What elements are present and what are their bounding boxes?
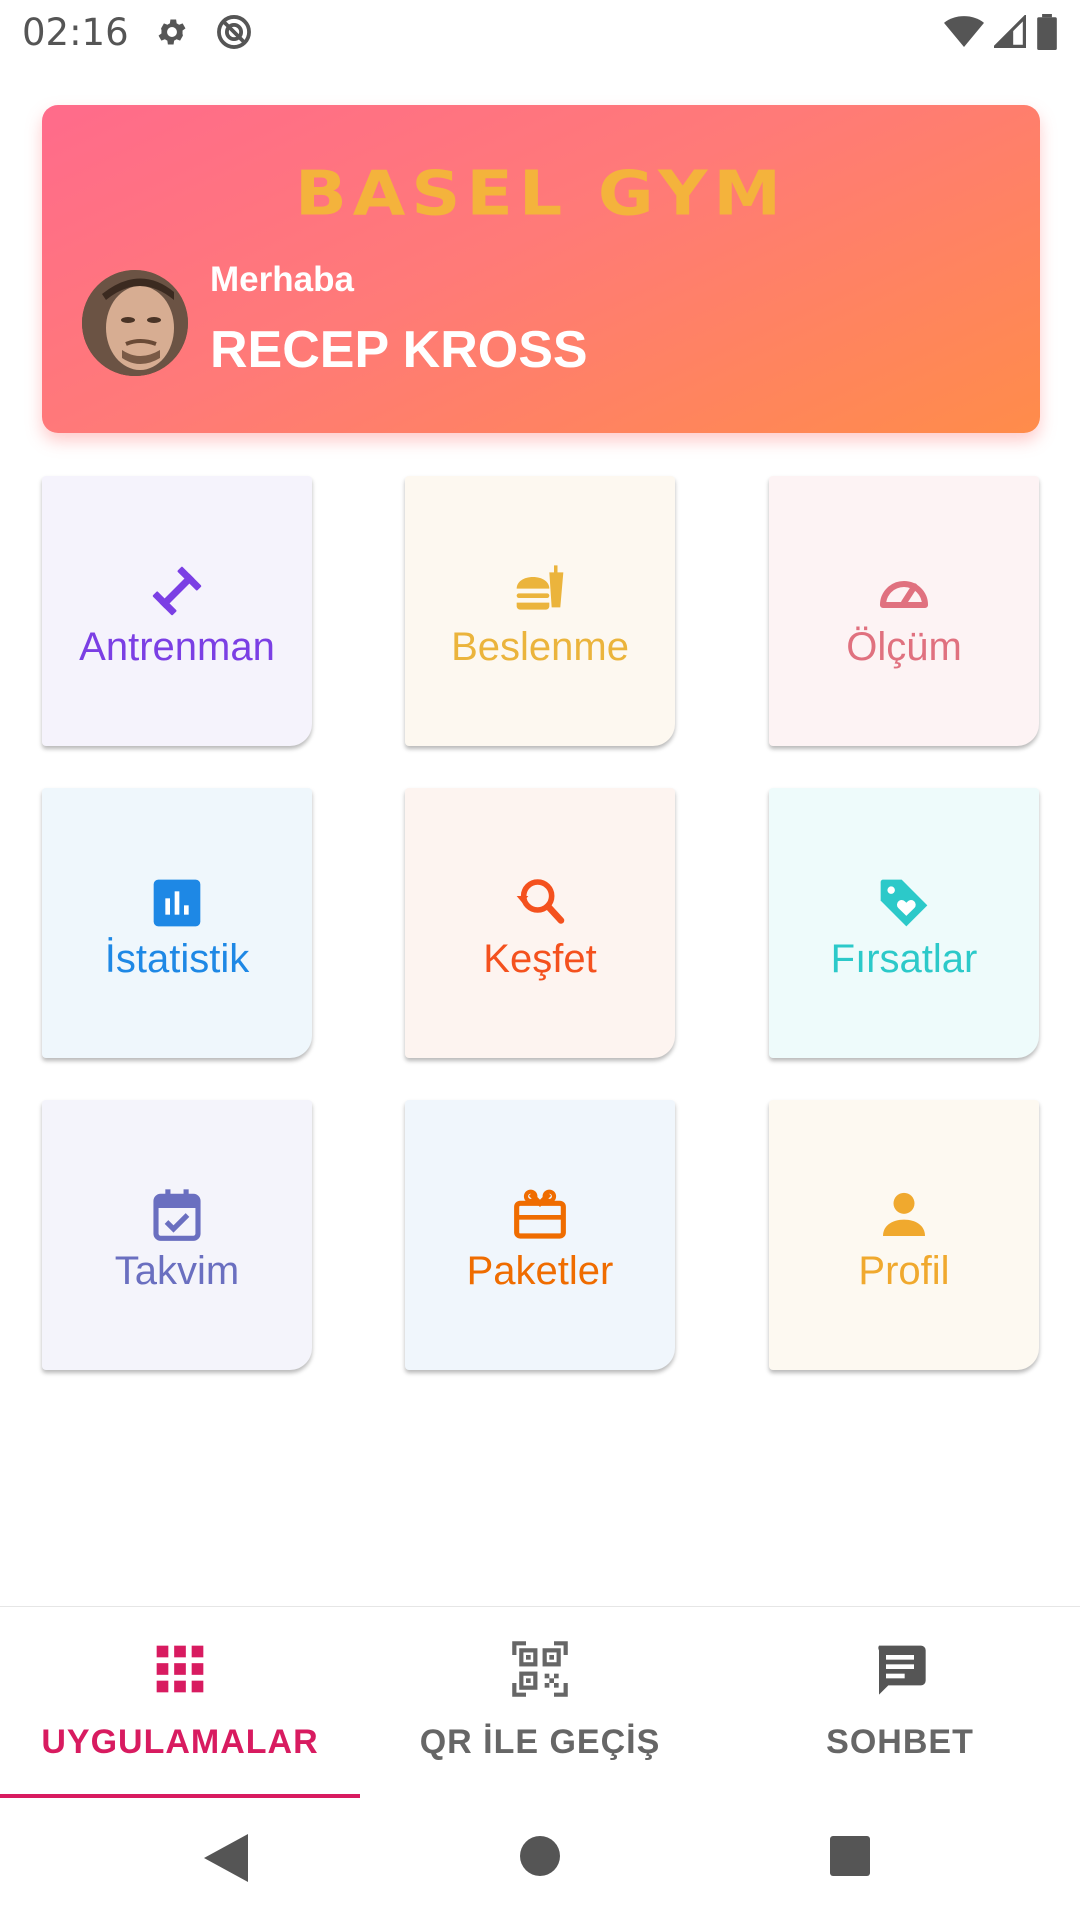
tile-kesfet[interactable]: Keşfet: [405, 788, 675, 1058]
signal-icon: [994, 15, 1026, 48]
fastfood-icon: [516, 564, 564, 610]
search-refresh-icon: [516, 878, 565, 924]
tile-beslenme[interactable]: Beslenme: [405, 476, 675, 746]
tile-label: İstatistik: [104, 936, 250, 981]
calendar-check-icon: [153, 1188, 201, 1241]
greeting-text: Merhaba: [210, 260, 354, 299]
tab-qr-ile-gecis[interactable]: QR İLE GEÇİŞ: [360, 1607, 720, 1797]
tile-istatistik[interactable]: İstatistik: [42, 788, 312, 1058]
tile-label: Beslenme: [451, 624, 629, 669]
tile-label: Paketler: [466, 1248, 614, 1293]
tab-label: UYGULAMALAR: [41, 1723, 319, 1761]
back-icon[interactable]: [204, 1834, 248, 1882]
tab-uygulamalar[interactable]: UYGULAMALAR: [0, 1607, 360, 1798]
recents-icon[interactable]: [830, 1836, 870, 1876]
status-left: 02:16: [22, 11, 253, 54]
brand-logo: BASEL GYM: [294, 158, 788, 231]
bottom-navigation: UYGULAMALAR QR İLE GEÇİŞ SOHBET: [0, 1606, 1080, 1798]
tile-label: Fırsatlar: [830, 936, 978, 981]
qr-code-icon: [512, 1641, 568, 1697]
status-right: [944, 14, 1058, 50]
tag-heart-icon: [880, 879, 928, 926]
tab-sohbet[interactable]: SOHBET: [720, 1607, 1080, 1797]
tile-antrenman[interactable]: Antrenman: [42, 476, 312, 746]
user-name: RECEP KROSS: [210, 321, 588, 379]
tile-takvim[interactable]: Takvim: [42, 1100, 312, 1370]
status-time: 02:16: [22, 10, 129, 54]
home-icon[interactable]: [520, 1836, 560, 1876]
welcome-header-card: BASEL GYM Merhaba RECEP KROSS: [42, 105, 1040, 433]
system-navigation-bar: [0, 1796, 1080, 1920]
bar-chart-icon: [153, 879, 201, 926]
dumbbell-icon: [152, 566, 202, 615]
gift-box-icon: [514, 1189, 566, 1239]
tile-profil[interactable]: Profil: [769, 1100, 1039, 1370]
chat-icon: [878, 1645, 926, 1695]
tile-label: Takvim: [114, 1248, 240, 1293]
tab-label: QR İLE GEÇİŞ: [419, 1723, 661, 1761]
tile-label: Antrenman: [79, 624, 275, 669]
avatar-photo: [82, 270, 188, 376]
person-icon: [883, 1192, 925, 1236]
tile-label: Profil: [858, 1248, 950, 1293]
no-sync-icon: [216, 15, 251, 49]
tile-label: Keşfet: [483, 936, 597, 981]
status-bar: 02:16: [0, 0, 1080, 64]
speedometer-icon: [879, 580, 929, 608]
avatar[interactable]: [82, 270, 188, 376]
tab-label: SOHBET: [826, 1723, 974, 1761]
tile-label: Ölçüm: [846, 624, 962, 669]
tile-firsatlar[interactable]: Fırsatlar: [769, 788, 1039, 1058]
tile-olcum[interactable]: Ölçüm: [769, 476, 1039, 746]
apps-grid-icon: [156, 1645, 204, 1693]
wifi-icon: [944, 16, 984, 47]
battery-icon: [1037, 14, 1057, 50]
tile-paketler[interactable]: Paketler: [405, 1100, 675, 1370]
settings-gear-icon: [158, 19, 186, 45]
